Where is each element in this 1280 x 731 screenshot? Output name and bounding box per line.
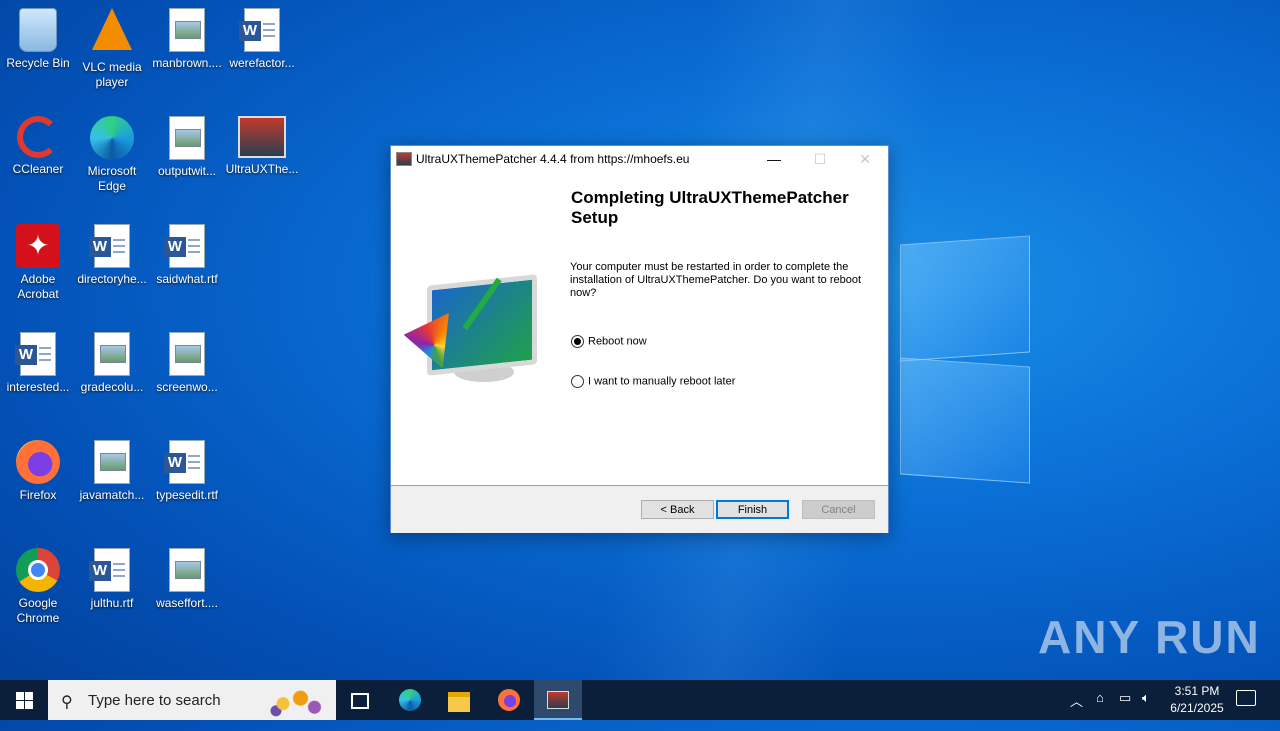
recycle-bin-icon — [19, 8, 57, 52]
desktop-icon-manbrown[interactable]: manbrown.... — [149, 8, 225, 71]
theme-patcher-artwork — [409, 264, 539, 394]
taskbar: ⚲ Type here to search ︿ ⌂ ▭ 🔈︎ 3:51 PM 6… — [0, 680, 1280, 720]
image-file-icon — [169, 8, 205, 52]
radio-reboot-later[interactable]: I want to manually reboot later — [571, 375, 735, 388]
desktop-icon-interested[interactable]: W interested... — [0, 332, 76, 395]
task-view-button[interactable] — [336, 680, 384, 720]
desktop-icon-saidwhat[interactable]: W saidwhat.rtf — [149, 224, 225, 287]
acrobat-icon: ✦ — [16, 224, 60, 268]
folder-icon — [448, 692, 470, 712]
word-document-icon: W — [164, 440, 205, 484]
word-document-icon: W — [89, 224, 130, 268]
search-highlight-flowers-icon — [262, 682, 332, 718]
word-document-icon: W — [89, 548, 130, 592]
search-placeholder: Type here to search — [88, 692, 221, 709]
radio-unselected-icon[interactable] — [571, 375, 584, 388]
taskbar-firefox[interactable] — [485, 680, 533, 720]
cancel-button: Cancel — [802, 500, 875, 519]
desktop-icon-outputwit[interactable]: outputwit... — [149, 116, 225, 179]
desktop-icon-adobe-acrobat[interactable]: ✦ Adobe Acrobat — [0, 224, 76, 302]
anyrun-watermark: ANY RUN — [1038, 611, 1261, 663]
installer-dialog: UltraUXThemePatcher 4.4.4 from https://m… — [390, 145, 889, 533]
image-file-icon — [94, 440, 130, 484]
maximize-button: ☐ — [813, 151, 827, 167]
dialog-titlebar[interactable]: UltraUXThemePatcher 4.4.4 from https://m… — [391, 146, 888, 172]
desktop-icon-microsoft-edge[interactable]: Microsoft Edge — [74, 116, 150, 194]
desktop-icon-julthu[interactable]: W julthu.rtf — [74, 548, 150, 611]
minimize-button[interactable]: — — [751, 148, 797, 170]
desktop-icon-waseffort[interactable]: waseffort.... — [149, 548, 225, 611]
taskbar-edge[interactable] — [386, 680, 434, 720]
taskbar-clock[interactable]: 3:51 PM 6/21/2025 — [1160, 683, 1234, 717]
meet-now-icon[interactable]: ⌂ — [1096, 690, 1104, 730]
chrome-icon — [16, 548, 60, 592]
ultrauxthemepatcher-icon — [238, 116, 286, 158]
taskbar-search[interactable]: ⚲ Type here to search — [48, 680, 336, 720]
notification-center-icon[interactable] — [1236, 690, 1256, 706]
desktop-icon-screenwo[interactable]: screenwo... — [149, 332, 225, 395]
radio-selected-icon[interactable] — [571, 335, 584, 348]
windows-logo-wallpaper — [900, 235, 1030, 484]
clock-time: 3:51 PM — [1174, 684, 1220, 698]
desktop-icon-ccleaner[interactable]: CCleaner — [0, 116, 76, 177]
dialog-description: Your computer must be restarted in order… — [570, 261, 862, 299]
close-button: ✕ — [859, 151, 871, 167]
word-document-icon: W — [164, 224, 205, 268]
taskbar-ultrauxthemepatcher[interactable] — [534, 680, 582, 720]
firefox-icon — [16, 440, 60, 484]
desktop-icon-ultrauxthe[interactable]: UltraUXThe... — [224, 116, 300, 177]
image-file-icon — [94, 332, 130, 376]
desktop-icon-werefactor[interactable]: W werefactor... — [224, 8, 300, 71]
image-file-icon — [169, 548, 205, 592]
desktop-icon-google-chrome[interactable]: Google Chrome — [0, 548, 76, 626]
dialog-content: Completing UltraUXThemePatcher Setup You… — [391, 172, 888, 485]
taskbar-file-explorer[interactable] — [435, 680, 483, 720]
desktop-icon-firefox[interactable]: Firefox — [0, 440, 76, 503]
edge-icon — [90, 116, 134, 160]
vlc-cone-icon — [92, 8, 132, 50]
ultrauxthemepatcher-icon — [547, 691, 569, 709]
dialog-title: UltraUXThemePatcher 4.4.4 from https://m… — [416, 152, 690, 166]
network-icon[interactable]: ▭ — [1119, 690, 1131, 730]
desktop-icon-gradecolu[interactable]: gradecolu... — [74, 332, 150, 395]
firefox-icon — [498, 689, 520, 711]
dialog-footer: < Back Finish Cancel — [391, 485, 888, 533]
image-file-icon — [169, 332, 205, 376]
app-icon — [396, 152, 412, 166]
edge-icon — [399, 689, 421, 711]
task-view-icon — [351, 693, 369, 709]
desktop-icon-javamatch[interactable]: javamatch... — [74, 440, 150, 503]
desktop-icon-directoryhe[interactable]: W directoryhe... — [74, 224, 150, 287]
image-file-icon — [169, 116, 205, 160]
desktop-icon-vlc[interactable]: VLC media player — [74, 8, 150, 90]
clock-date: 6/21/2025 — [1170, 701, 1224, 715]
word-document-icon: W — [239, 8, 280, 52]
start-button[interactable] — [0, 680, 48, 720]
dialog-heading: Completing UltraUXThemePatcher Setup — [571, 188, 849, 227]
ccleaner-icon — [17, 116, 59, 158]
desktop-icon-recycle-bin[interactable]: Recycle Bin — [0, 8, 76, 71]
back-button[interactable]: < Back — [641, 500, 714, 519]
desktop-icon-typesedit[interactable]: W typesedit.rtf — [149, 440, 225, 503]
volume-icon[interactable]: 🔈︎ — [1142, 690, 1150, 730]
finish-button[interactable]: Finish — [716, 500, 789, 519]
radio-reboot-now[interactable]: Reboot now — [571, 335, 647, 348]
word-document-icon: W — [15, 332, 56, 376]
show-hidden-icons-chevron-icon[interactable]: ︿ — [1070, 691, 1083, 731]
search-icon: ⚲ — [61, 694, 73, 711]
